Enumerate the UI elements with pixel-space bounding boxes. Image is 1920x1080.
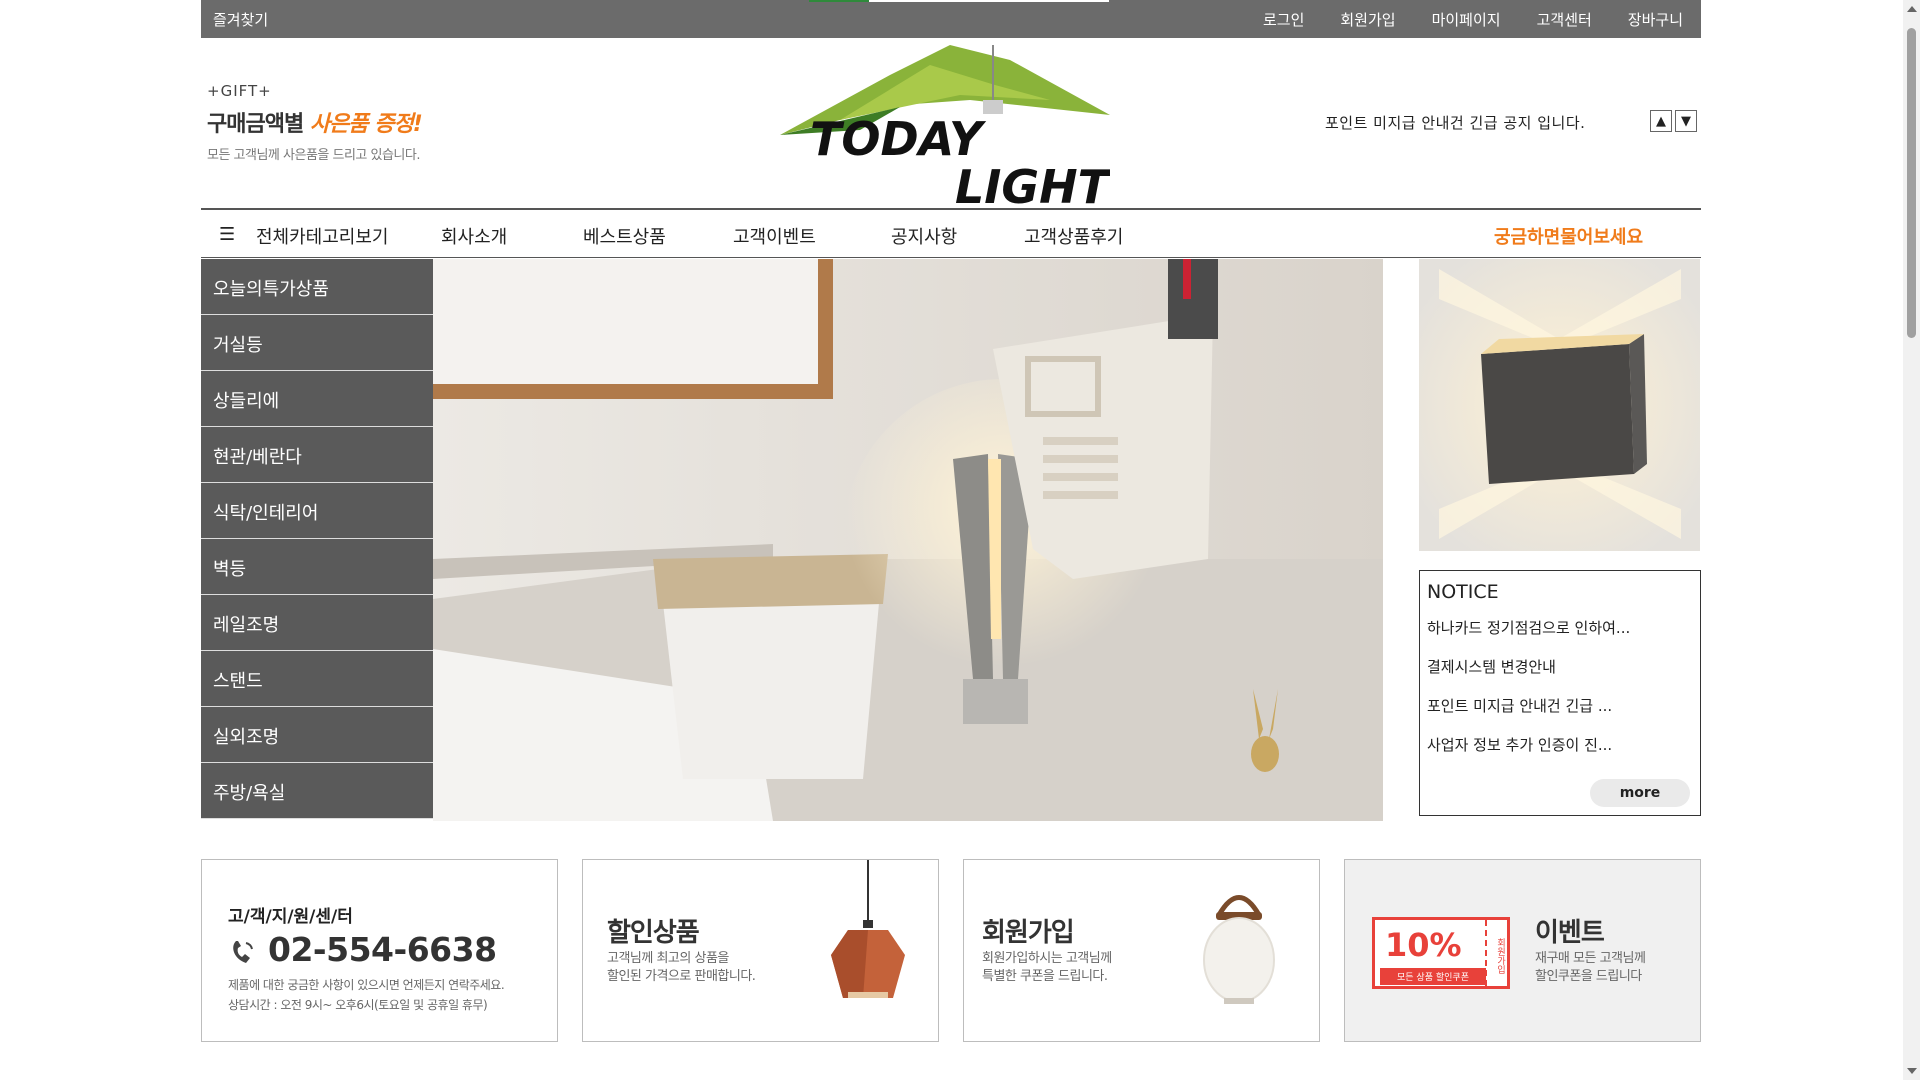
customer-center-link[interactable]: 고객센터 <box>1537 9 1592 30</box>
event-banner[interactable]: 10% 모든 상품 할인쿠폰 회원가입 이벤트 재구매 모든 고객님께 할인쿠폰… <box>1344 859 1701 1042</box>
join-banner[interactable]: 회원가입 회원가입하시는 고객님께 특별한 쿠폰을 드립니다. <box>963 859 1320 1042</box>
side-menu-item[interactable]: 현관/베란다 <box>201 427 433 483</box>
lantern-lamp-image <box>1203 895 1275 1004</box>
gift-tag: +GIFT+ <box>207 82 272 100</box>
notice-item[interactable]: 하나카드 정기점검으로 인하여... <box>1427 617 1693 656</box>
phone-icon <box>233 941 253 963</box>
loading-bar <box>809 0 1109 2</box>
side-menu-item[interactable]: 스탠드 <box>201 651 433 707</box>
page-scrollbar[interactable] <box>1903 0 1920 1080</box>
svg-text:LIGHT: LIGHT <box>955 160 1110 210</box>
notice-item[interactable]: 포인트 미지급 안내건 긴급 ... <box>1427 695 1693 734</box>
gift-promo[interactable]: +GIFT+ 구매금액별 사은품 증정! 모든 고객님께 사은품을 드리고 있습… <box>207 82 423 163</box>
favorites-link[interactable]: 즐겨찾기 <box>213 9 268 30</box>
nav-reviews[interactable]: 고객상품후기 <box>1024 223 1123 249</box>
hamburger-icon[interactable]: ☰ <box>219 224 235 245</box>
support-desc-2: 상담시간 : 오전 9시~ 오후6시(토요일 및 공휴일 휴무) <box>228 998 488 1012</box>
join-desc-2: 특별한 쿠폰을 드립니다. <box>982 969 1108 984</box>
side-menu-item[interactable]: 벽등 <box>201 539 433 595</box>
sale-title: 할인상품 <box>607 918 700 948</box>
coupon-label: 모든 상품 할인쿠폰 <box>1380 968 1486 985</box>
sale-desc-2: 할인된 가격으로 판매합니다. <box>607 969 756 984</box>
site-logo[interactable]: TODAY LIGHT <box>780 45 1113 214</box>
join-desc-1: 회원가입하시는 고객님께 <box>982 951 1112 966</box>
gift-desc: 모든 고객님께 사은품을 드리고 있습니다. <box>207 148 420 163</box>
category-side-menu: 오늘의특가상품 거실등 상들리에 현관/베란다 식탁/인테리어 벽등 레일조명 … <box>201 259 433 819</box>
scroll-up-arrow-icon[interactable] <box>1907 6 1917 12</box>
side-menu-item[interactable]: 거실등 <box>201 315 433 371</box>
cart-link[interactable]: 장바구니 <box>1628 9 1683 30</box>
sale-banner[interactable]: 할인상품 고객님께 최고의 상품을 할인된 가격으로 판매합니다. <box>582 859 939 1042</box>
side-menu-item[interactable]: 식탁/인테리어 <box>201 483 433 539</box>
nav-events[interactable]: 고객이벤트 <box>733 223 816 249</box>
coupon-side-label: 회원가입 <box>1485 920 1507 986</box>
side-menu-item[interactable]: 실외조명 <box>201 707 433 763</box>
event-title: 이벤트 <box>1535 918 1605 948</box>
nav-notice[interactable]: 공지사항 <box>891 223 957 249</box>
coupon-value: 10% <box>1385 926 1462 964</box>
notice-item[interactable]: 결제시스템 변경안내 <box>1427 656 1693 695</box>
nav-about[interactable]: 회사소개 <box>441 223 507 249</box>
notice-item[interactable]: 사업자 정보 추가 인증이 진... <box>1427 734 1693 773</box>
notice-roller-text[interactable]: 포인트 미지급 안내건 긴급 공지 입니다. <box>1325 112 1585 133</box>
pendant-lamp-image <box>831 860 905 998</box>
event-desc-2: 할인쿠폰을 드립니다 <box>1535 969 1642 984</box>
support-phone: 02-554-6638 <box>268 930 497 969</box>
top-bar: 즐겨찾기 로그인 회원가입 마이페이지 고객센터 장바구니 <box>201 0 1701 38</box>
promo-wall-lamp-image[interactable] <box>1419 259 1700 551</box>
coupon-image: 10% 모든 상품 할인쿠폰 회원가입 <box>1372 917 1510 989</box>
nav-ask[interactable]: 궁금하면물어보세요 <box>1494 223 1643 249</box>
support-desc-1: 제품에 대한 궁금한 사항이 있으시면 언제든지 연락주세요. <box>228 978 505 992</box>
support-banner[interactable]: 고/객/지/원/센/터 02-554-6638 제품에 대한 궁금한 사항이 있… <box>201 859 558 1042</box>
side-menu-item[interactable]: 오늘의특가상품 <box>201 259 433 315</box>
event-desc-1: 재구매 모든 고객님께 <box>1535 951 1646 966</box>
roll-down-button[interactable]: ▼ <box>1675 110 1697 132</box>
mypage-link[interactable]: 마이페이지 <box>1432 9 1501 30</box>
nav-all-categories[interactable]: 전체카테고리보기 <box>256 223 388 249</box>
join-title: 회원가입 <box>982 918 1075 948</box>
main-nav: ☰ 전체카테고리보기 회사소개 베스트상품 고객이벤트 공지사항 고객상품후기 … <box>201 208 1701 258</box>
sale-desc-1: 고객님께 최고의 상품을 <box>607 951 729 966</box>
nav-best[interactable]: 베스트상품 <box>583 223 666 249</box>
notice-more-button[interactable]: more <box>1590 779 1690 807</box>
top-links: 로그인 회원가입 마이페이지 고객센터 장바구니 <box>1245 9 1701 30</box>
login-link[interactable]: 로그인 <box>1263 9 1304 30</box>
notice-roller-controls: ▲ ▼ <box>1650 110 1697 132</box>
gift-title: 구매금액별 사은품 증정! <box>207 112 423 137</box>
scroll-thumb[interactable] <box>1907 28 1916 338</box>
side-menu-item[interactable]: 주방/욕실 <box>201 763 433 819</box>
notice-box: NOTICE 하나카드 정기점검으로 인하여... 결제시스템 변경안내 포인트… <box>1419 570 1701 816</box>
svg-text:TODAY: TODAY <box>810 112 987 166</box>
notice-title: NOTICE <box>1427 581 1499 603</box>
hero-banner-image[interactable] <box>433 259 1383 821</box>
support-title: 고/객/지/원/센/터 <box>228 907 353 927</box>
roll-up-button[interactable]: ▲ <box>1650 110 1672 132</box>
side-menu-item[interactable]: 상들리에 <box>201 371 433 427</box>
signup-link[interactable]: 회원가입 <box>1340 9 1395 30</box>
scroll-down-arrow-icon[interactable] <box>1907 1068 1917 1074</box>
side-menu-item[interactable]: 레일조명 <box>201 595 433 651</box>
